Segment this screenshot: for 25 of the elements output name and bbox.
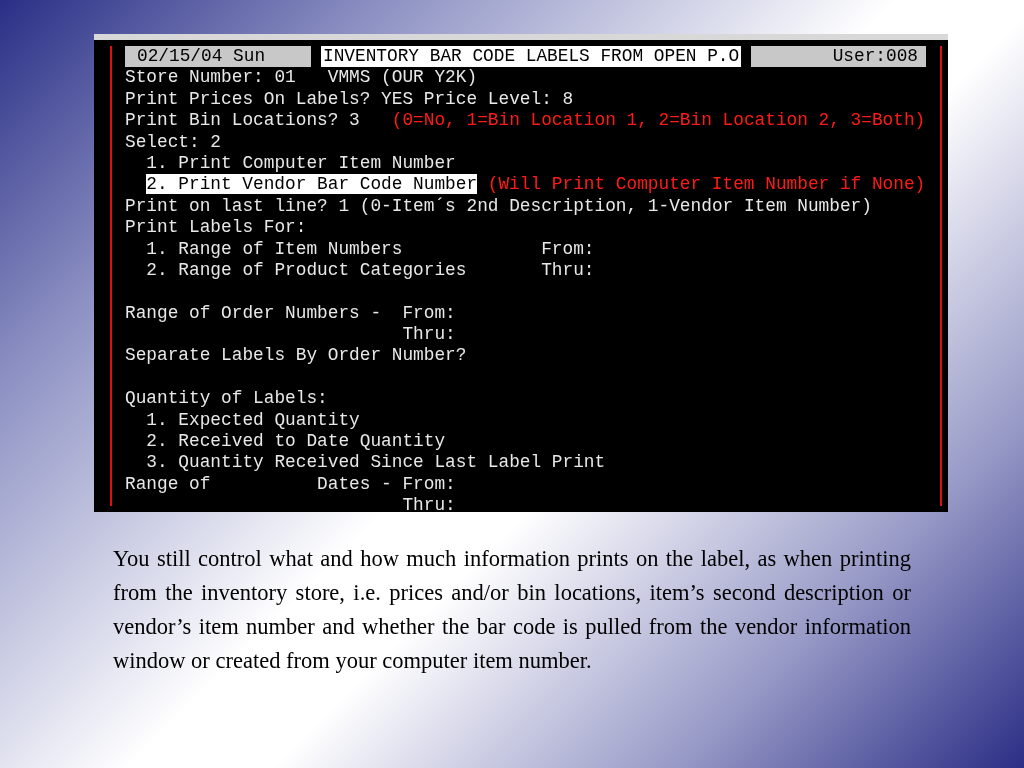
hint-text: (0=No, 1=Bin Location 1, 2=Bin Location 2, 3=Both) xyxy=(391,110,926,131)
terminal-line: Range of Order Numbers - From: xyxy=(125,302,456,323)
terminal-line: 1. Expected Quantity xyxy=(145,409,360,430)
terminal-line: Print Labels For: xyxy=(125,217,307,238)
highlighted-option: 2. Print Vendor Bar Code Number xyxy=(146,174,478,195)
caption-paragraph: You still control what and how much information prints on the label, as when printing from the inventory store, i.e. prices and/or bin locations, item’s second description or vendor’s item number and whether the bar code is pulled from the vendor information window or created from your computer item number. xyxy=(113,545,911,675)
terminal-line: Print Prices On Labels? YES Price Level: 8 xyxy=(125,88,574,109)
date-field: 02/15/04 Sun xyxy=(125,46,311,68)
terminal-line: 2. Range of Product Categories Thru: xyxy=(145,259,595,280)
terminal-line: Thru: xyxy=(401,324,456,345)
terminal-line: Print on last line? 1 (0-Item´s 2nd Description, 1-Vendor Item Number) xyxy=(125,195,872,216)
terminal-line: 1. Range of Item Numbers From: xyxy=(145,238,595,259)
hint-text: (Will Print Computer Item Number if None) xyxy=(487,174,926,195)
user-field: User:008 xyxy=(751,46,926,68)
terminal-line: Store Number: 01 VMMS (OUR Y2K) xyxy=(125,67,478,88)
terminal-line: Thru: xyxy=(401,495,456,512)
terminal-line: 3. Quantity Received Since Last Label Print xyxy=(145,452,606,473)
screen-title: INVENTORY BAR CODE LABELS FROM OPEN P.O xyxy=(321,46,742,68)
terminal-line: Print Bin Locations? 3 xyxy=(125,110,360,131)
terminal-line: Select: 2 xyxy=(125,131,222,152)
terminal-line: 1. Print Computer Item Number xyxy=(145,152,456,173)
terminal-line: Range of Dates - From: xyxy=(125,473,456,494)
terminal-line: Quantity of Labels: xyxy=(125,388,328,409)
terminal-line: Separate Labels By Order Number? xyxy=(125,345,467,366)
terminal-line: 2. Received to Date Quantity xyxy=(145,431,446,452)
